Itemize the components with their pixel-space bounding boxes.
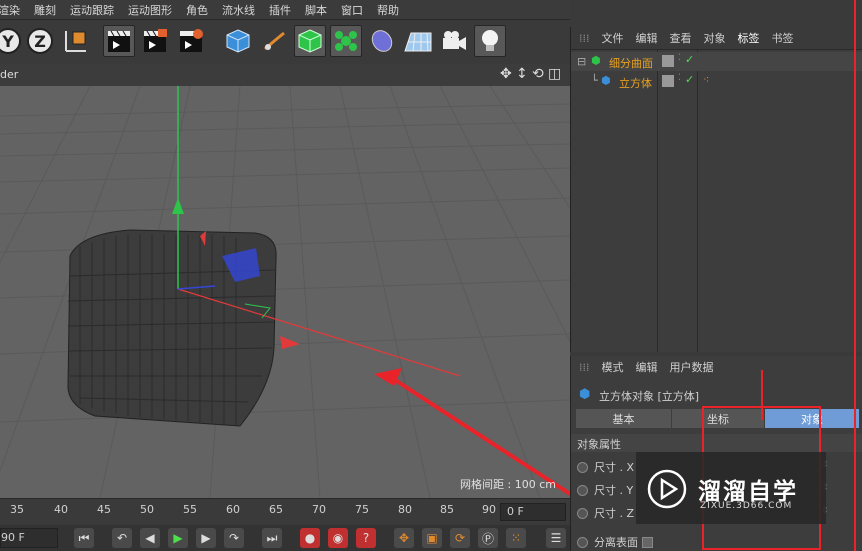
play-logo-icon: [647, 469, 687, 509]
watermark-url: ZIXUE.3D66.COM: [700, 501, 793, 511]
watermark: 溜溜自学 ZIXUE.3D66.COM: [636, 452, 826, 524]
